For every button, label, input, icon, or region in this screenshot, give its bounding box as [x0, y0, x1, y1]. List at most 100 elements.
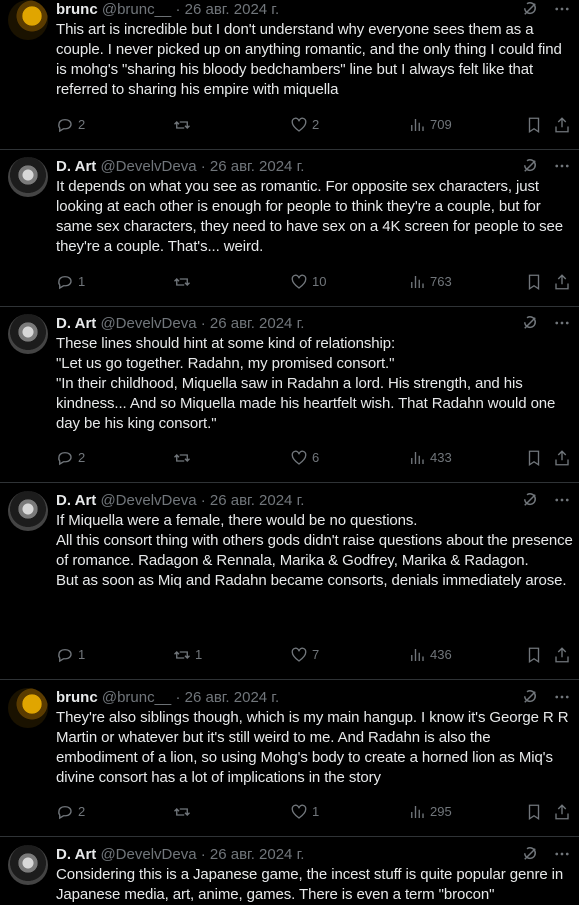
author-handle[interactable]: @brunc__: [102, 1, 171, 18]
grok-icon[interactable]: [521, 157, 539, 175]
bookmark-button[interactable]: [525, 645, 543, 665]
views-count: 763: [430, 274, 452, 289]
repost-icon: [173, 273, 191, 291]
reply-icon: [56, 449, 74, 467]
reply-button[interactable]: 2: [56, 115, 85, 135]
author-handle[interactable]: @DevelvDeva: [100, 492, 196, 509]
views-count: 295: [430, 804, 452, 819]
like-icon: [290, 803, 308, 821]
like-button[interactable]: 7: [290, 645, 319, 665]
views-icon: [408, 646, 426, 664]
reply-icon: [56, 116, 74, 134]
views-count: 433: [430, 450, 452, 465]
avatar[interactable]: [8, 157, 48, 197]
grok-icon[interactable]: [521, 845, 539, 863]
tweet-text: This art is incredible but I don't under…: [56, 21, 562, 98]
more-icon[interactable]: [553, 688, 571, 706]
tweet-header: D. Art @DevelvDeva · 26 авг. 2024 г.: [56, 845, 571, 865]
like-button[interactable]: 2: [290, 115, 319, 135]
grok-icon[interactable]: [521, 314, 539, 332]
author-name[interactable]: D. Art: [56, 846, 96, 863]
more-icon[interactable]: [553, 845, 571, 863]
views-button[interactable]: 433: [408, 448, 452, 468]
bookmark-icon: [525, 449, 543, 467]
like-count: 10: [312, 274, 327, 289]
share-icon: [553, 116, 571, 134]
reply-button[interactable]: 2: [56, 802, 85, 822]
bookmark-icon: [525, 646, 543, 664]
bookmark-button[interactable]: [525, 802, 543, 822]
avatar[interactable]: [8, 491, 48, 531]
more-icon[interactable]: [553, 0, 571, 18]
like-button[interactable]: 10: [290, 272, 326, 292]
like-button[interactable]: 1: [290, 802, 319, 822]
tweet-text: Considering this is a Japanese game, the…: [56, 866, 564, 903]
repost-button[interactable]: [173, 272, 195, 292]
repost-button[interactable]: [173, 115, 195, 135]
reply-count: 2: [78, 804, 86, 819]
views-icon: [408, 803, 426, 821]
tweet-date[interactable]: 26 авг. 2024 г.: [185, 1, 279, 18]
grok-icon[interactable]: [521, 491, 539, 509]
tweet-date[interactable]: 26 авг. 2024 г.: [210, 846, 304, 863]
tweet-text: It depends on what you see as romantic. …: [56, 178, 563, 255]
like-button[interactable]: 6: [290, 448, 319, 468]
views-button[interactable]: 763: [408, 272, 452, 292]
avatar[interactable]: [8, 688, 48, 728]
author-handle[interactable]: @DevelvDeva: [100, 315, 196, 332]
author-handle[interactable]: @DevelvDeva: [100, 846, 196, 863]
separator: [0, 679, 579, 680]
tweet-date[interactable]: 26 авг. 2024 г.: [210, 492, 304, 509]
views-button[interactable]: 295: [408, 802, 452, 822]
views-count: 709: [430, 117, 452, 132]
share-button[interactable]: [553, 645, 571, 665]
reply-button[interactable]: 1: [56, 272, 85, 292]
share-button[interactable]: [553, 448, 571, 468]
grok-icon[interactable]: [521, 0, 539, 18]
share-icon: [553, 803, 571, 821]
tweet-header: D. Art @DevelvDeva · 26 авг. 2024 г.: [56, 314, 571, 334]
bookmark-button[interactable]: [525, 272, 543, 292]
tweet-date[interactable]: 26 авг. 2024 г.: [210, 158, 304, 175]
avatar[interactable]: [8, 845, 48, 885]
author-name[interactable]: D. Art: [56, 158, 96, 175]
separator: [0, 836, 579, 837]
author-name[interactable]: brunc: [56, 1, 98, 18]
action-bar: 1 1 7 436: [56, 645, 573, 665]
tweet-date[interactable]: 26 авг. 2024 г.: [210, 315, 304, 332]
repost-button[interactable]: [173, 448, 195, 468]
tweet-header: D. Art @DevelvDeva · 26 авг. 2024 г.: [56, 157, 571, 177]
repost-count: 1: [195, 647, 203, 662]
bookmark-button[interactable]: [525, 115, 543, 135]
grok-icon[interactable]: [521, 688, 539, 706]
author-handle[interactable]: @DevelvDeva: [100, 158, 196, 175]
share-button[interactable]: [553, 115, 571, 135]
author-name[interactable]: D. Art: [56, 492, 96, 509]
reply-button[interactable]: 1: [56, 645, 85, 665]
more-icon[interactable]: [553, 314, 571, 332]
reply-icon: [56, 646, 74, 664]
views-button[interactable]: 709: [408, 115, 452, 135]
reply-count: 1: [78, 647, 86, 662]
author-name[interactable]: brunc: [56, 689, 98, 706]
tweet-date[interactable]: 26 авг. 2024 г.: [185, 689, 279, 706]
author-handle[interactable]: @brunc__: [102, 689, 171, 706]
share-button[interactable]: [553, 802, 571, 822]
views-button[interactable]: 436: [408, 645, 452, 665]
author-name[interactable]: D. Art: [56, 315, 96, 332]
repost-button[interactable]: [173, 802, 195, 822]
reply-button[interactable]: 2: [56, 448, 85, 468]
repost-icon: [173, 646, 191, 664]
avatar[interactable]: [8, 0, 48, 40]
like-icon: [290, 449, 308, 467]
tweet-text: If Miquella were a female, there would b…: [56, 512, 573, 589]
repost-button[interactable]: 1: [173, 645, 202, 665]
avatar[interactable]: [8, 314, 48, 354]
bookmark-icon: [525, 803, 543, 821]
more-icon[interactable]: [553, 491, 571, 509]
views-icon: [408, 273, 426, 291]
more-icon[interactable]: [553, 157, 571, 175]
share-button[interactable]: [553, 272, 571, 292]
bookmark-button[interactable]: [525, 448, 543, 468]
share-icon: [553, 449, 571, 467]
